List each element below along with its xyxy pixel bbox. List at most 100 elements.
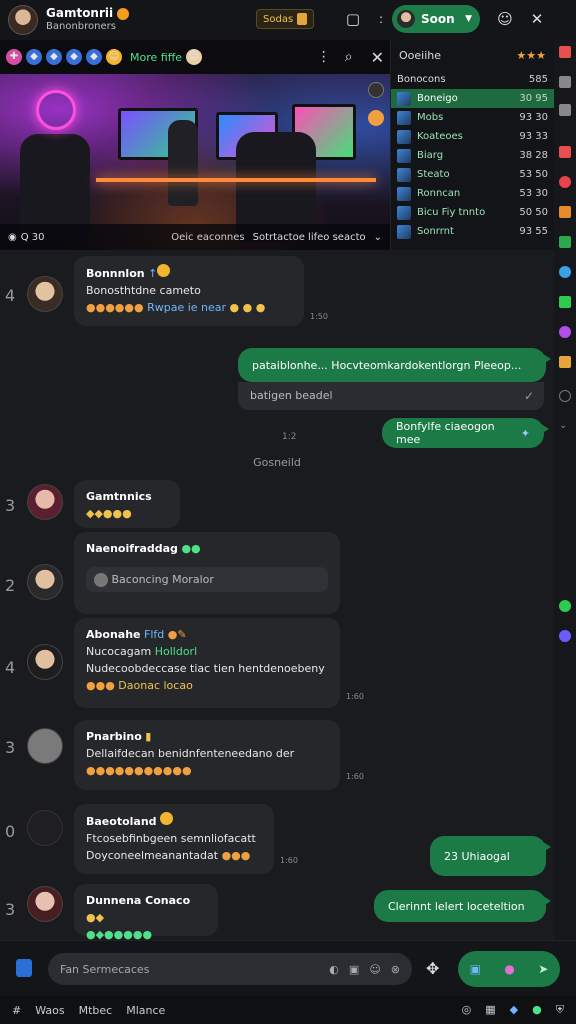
game-icon[interactable]: ◆ [510,1003,518,1017]
cancel-icon[interactable]: ⊗ [391,963,400,976]
desk-light [96,178,376,182]
ranking-row[interactable]: Mobs 93 30 [391,108,554,127]
message-index: 3 [5,496,16,515]
controller-icon[interactable]: ✥ [426,959,439,978]
reaction-icon[interactable]: ◆ [26,49,42,65]
stream-settings-icon[interactable] [368,82,384,98]
send-icon[interactable]: ➤ [538,962,548,976]
author-avatar[interactable] [27,886,63,922]
attach-icon[interactable] [16,959,32,977]
ranking-row[interactable]: Sonrrnt 93 55 [391,222,554,241]
shield-icon[interactable]: ⛨ [556,1003,564,1017]
rail-chart-icon[interactable] [559,76,571,88]
chat-message[interactable]: Dunnena Conaco ●◆ ●◆●●●●● [74,884,218,941]
smile-icon[interactable]: ☺ [106,49,122,65]
author-avatar[interactable] [27,484,63,520]
menu-dots-icon[interactable]: : [372,10,390,28]
gamepad-icon[interactable]: ☺ [496,10,514,28]
emoji-icon[interactable]: ☺ [186,49,203,65]
reaction-icon[interactable]: ◆ [86,49,102,65]
chat-message[interactable]: Gamtnnics ◆◆●●● [74,480,180,528]
message-input-placeholder: Fan Sermecaces [60,962,150,976]
window-icon[interactable]: ▢ [344,10,362,28]
chat-area: 4 Bonnnlon ↑ Bonosthtdne cameto ●●●●●● R… [0,250,554,941]
message-index: 0 [5,822,16,841]
reaction-icon[interactable]: ◆ [46,49,62,65]
status-icon[interactable]: ● [532,1003,542,1017]
emoji-row-icon: ◆◆●●● [86,507,132,520]
user-avatar [397,10,415,28]
more-vert-icon[interactable]: ⋮ [317,49,331,65]
embed-card[interactable]: Baconcing Moralor [86,567,328,592]
rail-trend-icon[interactable] [559,146,571,158]
chat-message[interactable]: Abonahe Flfd ●✎ Nucocagam Holldorl Nudec… [74,618,340,708]
rail-doc-icon[interactable] [559,356,571,368]
author-avatar[interactable] [27,276,63,312]
more-link[interactable]: More fiffe [130,51,182,64]
outgoing-text: 23 Uhiaogal [444,849,510,863]
close-voice-icon[interactable]: ✕ [528,10,546,28]
ranking-row[interactable]: Steato 53 50 [391,165,554,184]
rail-settings-icon[interactable] [559,630,571,642]
voice-icon[interactable]: ◎ [462,1003,472,1017]
author-avatar[interactable] [27,728,63,764]
hashtag-icon[interactable]: # [12,1004,21,1017]
nav-item[interactable]: Waos [35,1004,64,1017]
search-icon[interactable]: ⌕ [345,49,353,65]
rail-record-icon[interactable] [559,176,571,188]
apps-icon[interactable]: ▣ [470,962,481,976]
ranking-thumbnail [397,91,411,106]
rail-cart-icon[interactable] [559,236,571,248]
gif-icon[interactable]: ◐ [329,963,339,976]
emoji-row-icon: ● ● ● [229,301,266,314]
chevron-down-icon[interactable]: ⌄ [374,232,382,243]
ranking-row[interactable]: Boneigo 30 95 [391,89,554,108]
ranking-row[interactable]: Bicu Fiy tnnto 50 50 [391,203,554,222]
rail-online-icon[interactable] [559,600,571,612]
notification-badge-icon[interactable] [117,7,130,20]
rail-magic-icon[interactable] [559,326,571,338]
rail-globe-icon[interactable] [559,266,571,278]
nav-item[interactable]: Mtbec [79,1004,113,1017]
camera-icon[interactable]: ▣ [349,963,359,976]
rail-flame-icon[interactable] [559,46,571,58]
ranking-row[interactable]: Koateoes 93 33 [391,127,554,146]
close-icon[interactable]: ✕ [371,48,384,67]
chat-message[interactable]: Baeotoland Ftcosebfinbgeen semnliofacatt… [74,804,274,874]
neon-logo [36,90,76,130]
outgoing-message[interactable]: Clerinnt lelert loceteltion [374,890,551,922]
rail-stack-icon[interactable] [559,104,571,116]
outgoing-message[interactable]: pataiblonhe... Hocvteomkardokentlorgn Pl… [238,348,551,382]
chat-message[interactable]: Bonnnlon ↑ Bonosthtdne cameto ●●●●●● Rwp… [74,256,304,326]
user-switcher[interactable]: Soon ▼ [392,5,480,33]
ranking-name: Sonrrnt [417,226,454,237]
status-pill[interactable]: Sodas [256,9,315,29]
reply-preview[interactable]: batigen beadel ✓ [238,382,544,410]
rail-leaf-icon[interactable] [559,296,571,308]
ranking-thumbnail [397,167,411,182]
author-avatar[interactable] [27,644,63,680]
gift-icon[interactable] [368,110,384,126]
chat-message[interactable]: Pnarbino ▮ Dellaifdecan benidnfenteneeda… [74,720,340,790]
chat-message[interactable]: Naenoifraddag ●● Baconcing Moralor [74,532,340,614]
reaction-icon[interactable]: ◆ [66,49,82,65]
ranking-row[interactable]: Ronncan 53 30 [391,184,554,203]
nav-item[interactable]: Mlance [126,1004,165,1017]
send-actions: ▣ ● ➤ [458,951,560,987]
rail-grid-icon[interactable] [559,206,571,218]
outgoing-message[interactable]: Bonfylfe ciaeogon mee ✦ [382,418,549,448]
orb-icon[interactable]: ● [504,962,514,976]
author-avatar[interactable] [27,564,63,600]
emoji-picker-icon[interactable]: ☺ [369,963,380,976]
ranking-row[interactable]: Biarg 38 28 [391,146,554,165]
heart-icon[interactable]: ✚ [6,49,22,65]
rail-clock-icon[interactable] [559,390,571,402]
author-avatar[interactable] [27,810,63,846]
message-author: Baeotoland [86,815,157,828]
rail-chevron-icon[interactable]: ⌄ [559,420,571,432]
top-bar: Gamtonrii Banonbroners Sodas ▢ : Soon ▼ … [0,0,576,40]
profile-avatar[interactable] [8,5,38,35]
gallery-icon[interactable]: ▦ [485,1003,495,1017]
message-input[interactable]: Fan Sermecaces ◐ ▣ ☺ ⊗ [48,953,412,985]
outgoing-message[interactable]: 23 Uhiaogal [430,836,551,876]
